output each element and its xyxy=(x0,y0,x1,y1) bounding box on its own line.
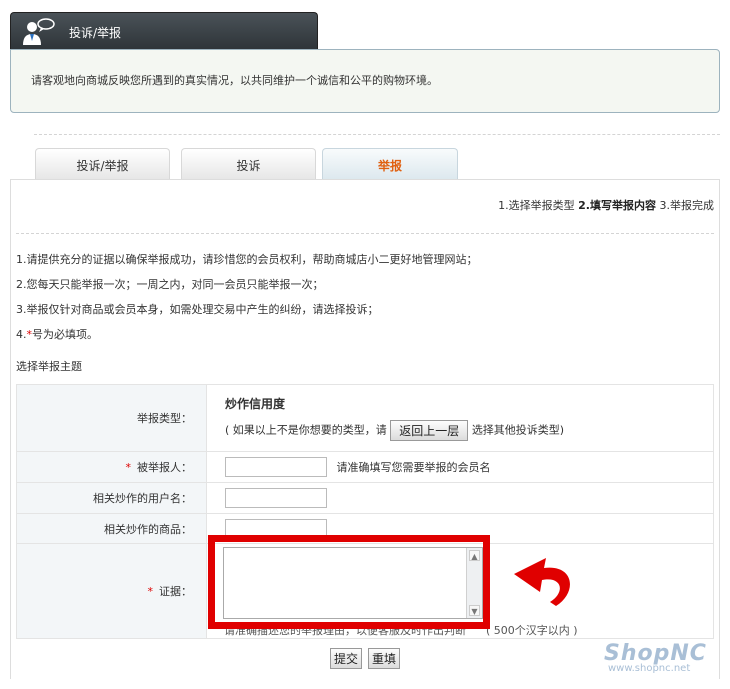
shopnc-logo: ShopNC www.shopnc.net xyxy=(604,641,724,674)
form-actions: 提交 重填 xyxy=(330,648,406,669)
form-row-target: * 被举报人： 请准确填写您需要举报的会员名 xyxy=(16,451,714,483)
page-title: 投诉/举报 xyxy=(69,26,122,40)
rule-number: 4. xyxy=(16,328,27,341)
reported-member-input[interactable] xyxy=(225,457,327,477)
form-row-goods: 相关炒作的商品： xyxy=(16,513,714,544)
target-hint: 请准确填写您需要举报的会员名 xyxy=(336,461,491,474)
step-indicator: 1.选择举报类型 2.填写举报内容 3.举报完成 xyxy=(498,197,714,213)
type-hint-suffix: 选择其他投诉类型) xyxy=(471,423,565,437)
goods-value xyxy=(206,513,714,544)
evidence-label-text: 证据： xyxy=(159,585,192,598)
reset-button[interactable]: 重填 xyxy=(368,648,401,669)
type-label: 举报类型： xyxy=(16,384,207,452)
rule-text: 号为必填项。 xyxy=(32,328,98,341)
target-label: * 被举报人： xyxy=(16,451,207,483)
step-1: 1.选择举报类型 xyxy=(498,199,575,212)
type-hint: ( 如果以上不是你想要的类型，请 返回上一层 选择其他投诉类型) xyxy=(225,420,713,441)
related-goods-input[interactable] xyxy=(225,518,327,539)
type-hint-prefix: ( 如果以上不是你想要的类型，请 xyxy=(225,423,387,437)
curved-arrow-icon xyxy=(514,558,570,606)
type-value: 炒作信用度 ( 如果以上不是你想要的类型，请 返回上一层 选择其他投诉类型) xyxy=(206,384,714,452)
step-3: 3.举报完成 xyxy=(659,199,715,212)
user-value xyxy=(206,482,714,514)
info-box: 请客观地向商城反映您所遇到的真实情况，以共同维护一个诚信和公平的购物环境。 xyxy=(10,49,720,113)
user-label: 相关炒作的用户名： xyxy=(16,482,207,514)
goods-label: 相关炒作的商品： xyxy=(16,513,207,544)
required-star: * xyxy=(125,461,132,474)
scroll-down-icon[interactable]: ▼ xyxy=(469,605,480,616)
evidence-hint-text: 请准确描述您的举报理由，以便客服及时作出判断 xyxy=(224,624,466,637)
evidence-limit: ( 500个汉字以内 ) xyxy=(486,624,578,637)
target-label-text: 被举报人： xyxy=(137,461,192,474)
target-value: 请准确填写您需要举报的会员名 xyxy=(206,451,714,483)
tab-complaint[interactable]: 投诉 xyxy=(181,148,316,180)
rule-item: 1.请提供充分的证据以确保举报成功，请珍惜您的会员权利，帮助商城店小二更好地管理… xyxy=(16,253,478,266)
required-star: * xyxy=(147,585,154,598)
evidence-textarea[interactable]: ▲ ▼ xyxy=(223,547,483,619)
user-speech-icon xyxy=(23,18,55,45)
tab-report[interactable]: 举报 xyxy=(322,148,458,180)
rule-item: 3.举报仅针对商品或会员本身，如需处理交易中产生的纠纷，请选择投诉； xyxy=(16,303,379,316)
evidence-label: * 证据： xyxy=(16,543,207,639)
scroll-up-icon[interactable]: ▲ xyxy=(469,550,480,561)
back-button[interactable]: 返回上一层 xyxy=(390,420,469,441)
form-row-type: 举报类型： 炒作信用度 ( 如果以上不是你想要的类型，请 返回上一层 选择其他投… xyxy=(16,384,714,452)
divider xyxy=(16,233,714,234)
section-title: 选择举报主题 xyxy=(16,360,82,373)
page-header-tab: 投诉/举报 xyxy=(10,12,318,50)
submit-button[interactable]: 提交 xyxy=(330,648,363,669)
rule-item: 4.*号为必填项。 xyxy=(16,326,98,342)
evidence-hint: 请准确描述您的举报理由，以便客服及时作出判断 ( 500个汉字以内 ) xyxy=(224,622,578,638)
divider xyxy=(34,134,720,135)
form-row-user: 相关炒作的用户名： xyxy=(16,482,714,514)
step-2-current: 2.填写举报内容 xyxy=(578,199,656,212)
tab-complaint-report[interactable]: 投诉/举报 xyxy=(35,148,170,180)
report-type-name: 炒作信用度 xyxy=(225,397,286,411)
info-text: 请客观地向商城反映您所遇到的真实情况，以共同维护一个诚信和公平的购物环境。 xyxy=(31,74,438,87)
rule-item: 2.您每天只能举报一次；一周之内，对同一会员只能举报一次； xyxy=(16,278,324,291)
related-username-input[interactable] xyxy=(225,488,327,508)
textarea-scrollbar[interactable]: ▲ ▼ xyxy=(466,548,482,618)
